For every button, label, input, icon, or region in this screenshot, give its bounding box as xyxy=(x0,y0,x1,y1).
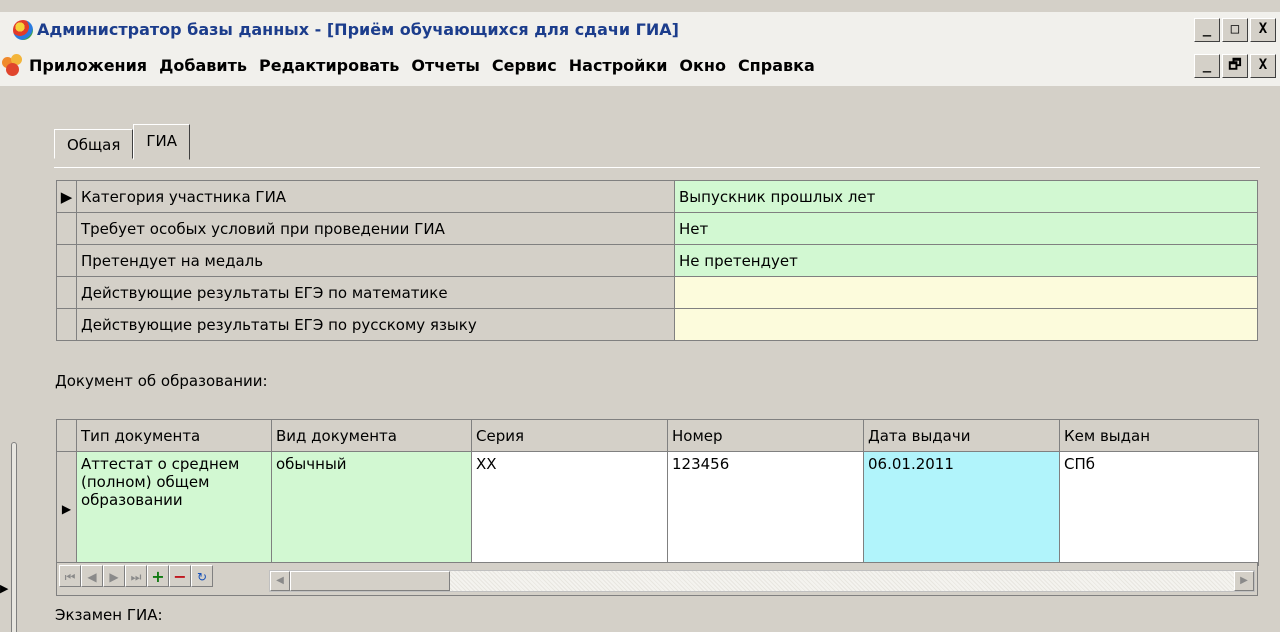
row-selector xyxy=(56,212,77,245)
prev-record-button[interactable]: ◀ xyxy=(81,565,103,587)
refresh-button[interactable]: ↻ xyxy=(191,565,213,587)
tab-general[interactable]: Общая xyxy=(54,129,134,159)
row-selector xyxy=(56,276,77,309)
column-header[interactable]: Кем выдан xyxy=(1059,419,1259,452)
property-row[interactable]: ▶ Категория участника ГИА Выпускник прош… xyxy=(56,180,1258,213)
last-record-button[interactable]: ⏭ xyxy=(125,565,147,587)
menu-bar: Приложения Добавить Редактировать Отчеты… xyxy=(0,48,1280,86)
document-section-label: Документ об образовании: xyxy=(55,372,268,390)
header-selector xyxy=(56,419,77,452)
menu-applications[interactable]: Приложения xyxy=(29,56,147,75)
property-value[interactable] xyxy=(674,276,1258,309)
grid-header-row: Тип документа Вид документа Серия Номер … xyxy=(56,419,1259,452)
first-record-button[interactable]: ⏮ xyxy=(59,565,81,587)
property-value[interactable]: Выпускник прошлых лет xyxy=(674,180,1258,213)
delete-record-button[interactable]: − xyxy=(169,565,191,587)
column-header[interactable]: Дата выдачи xyxy=(863,419,1060,452)
column-header[interactable]: Серия xyxy=(471,419,668,452)
app-logo-icon xyxy=(13,20,33,40)
gia-properties-grid: ▶ Категория участника ГИА Выпускник прош… xyxy=(56,180,1258,341)
property-label: Категория участника ГИА xyxy=(76,180,675,213)
doc-type-cell[interactable]: Аттестат о среднем (полном) общем образо… xyxy=(76,451,272,566)
doc-issuer-cell[interactable]: СПб xyxy=(1059,451,1259,566)
menu-window[interactable]: Окно xyxy=(679,56,726,75)
side-splitter-bar[interactable] xyxy=(11,442,17,632)
scroll-right-icon[interactable]: ▶ xyxy=(1234,571,1254,591)
expand-arrow-icon[interactable]: ▶ xyxy=(0,582,8,595)
scroll-thumb[interactable] xyxy=(290,571,450,591)
doc-date-cell[interactable]: 06.01.2011 xyxy=(863,451,1060,566)
title-bar: Администратор базы данных - [Приём обуча… xyxy=(0,12,1280,48)
property-row[interactable]: Претендует на медаль Не претендует xyxy=(56,244,1258,277)
documents-grid: Тип документа Вид документа Серия Номер … xyxy=(56,419,1259,566)
window-title: Администратор базы данных - [Приём обуча… xyxy=(37,20,679,39)
grid-navigator: ⏮ ◀ ▶ ⏭ + − ↻ ◀ ▶ xyxy=(56,562,1258,596)
form-content: ▶ Общая ГИА ▶ Категория участника ГИА Вы… xyxy=(0,86,1280,632)
property-value[interactable]: Не претендует xyxy=(674,244,1258,277)
row-indicator-icon: ▶ xyxy=(56,451,77,566)
column-header[interactable]: Номер xyxy=(667,419,864,452)
property-value[interactable]: Нет xyxy=(674,212,1258,245)
row-selector xyxy=(56,308,77,341)
property-row[interactable]: Действующие результаты ЕГЭ по математике xyxy=(56,276,1258,309)
property-label: Требует особых условий при проведении ГИ… xyxy=(76,212,675,245)
mdi-restore-button[interactable]: 🗗 xyxy=(1222,54,1248,78)
menu-add[interactable]: Добавить xyxy=(159,56,247,75)
menu-edit[interactable]: Редактировать xyxy=(259,56,399,75)
add-record-button[interactable]: + xyxy=(147,565,169,587)
menu-service[interactable]: Сервис xyxy=(492,56,557,75)
doc-number-cell[interactable]: 123456 xyxy=(667,451,864,566)
close-button[interactable]: X xyxy=(1250,18,1276,42)
minimize-button[interactable]: _ xyxy=(1194,18,1220,42)
property-row[interactable]: Требует особых условий при проведении ГИ… xyxy=(56,212,1258,245)
next-record-button[interactable]: ▶ xyxy=(103,565,125,587)
menu-reports[interactable]: Отчеты xyxy=(411,56,479,75)
column-header[interactable]: Тип документа xyxy=(76,419,272,452)
tab-strip: Общая ГИА xyxy=(54,124,191,160)
menu-settings[interactable]: Настройки xyxy=(569,56,668,75)
doc-kind-cell[interactable]: обычный xyxy=(271,451,472,566)
property-row[interactable]: Действующие результаты ЕГЭ по русскому я… xyxy=(56,308,1258,341)
tab-gia[interactable]: ГИА xyxy=(133,124,191,160)
exam-section-label: Экзамен ГИА: xyxy=(55,606,163,624)
row-selector xyxy=(56,244,77,277)
column-header[interactable]: Вид документа xyxy=(271,419,472,452)
property-label: Действующие результаты ЕГЭ по математике xyxy=(76,276,675,309)
property-value[interactable] xyxy=(674,308,1258,341)
mdi-minimize-button[interactable]: _ xyxy=(1194,54,1220,78)
menu-help[interactable]: Справка xyxy=(738,56,815,75)
tab-divider xyxy=(54,167,1260,169)
maximize-button[interactable]: □ xyxy=(1222,18,1248,42)
horizontal-scrollbar[interactable]: ◀ ▶ xyxy=(269,570,1255,592)
table-row[interactable]: ▶ Аттестат о среднем (полном) общем обра… xyxy=(56,451,1259,566)
row-indicator-icon: ▶ xyxy=(56,180,77,213)
scroll-left-icon[interactable]: ◀ xyxy=(270,571,290,591)
property-label: Действующие результаты ЕГЭ по русскому я… xyxy=(76,308,675,341)
property-label: Претендует на медаль xyxy=(76,244,675,277)
doc-series-cell[interactable]: XX xyxy=(471,451,668,566)
mdi-document-icon[interactable] xyxy=(2,54,24,76)
mdi-close-button[interactable]: X xyxy=(1250,54,1276,78)
